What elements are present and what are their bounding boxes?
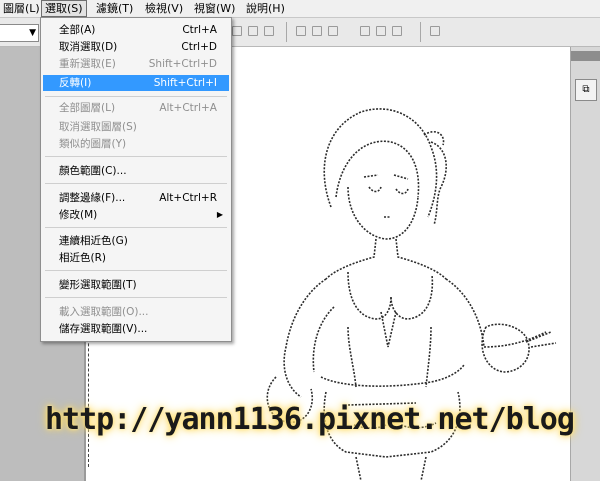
menu-separator (45, 227, 227, 228)
menu-item-similar[interactable]: 相近色(R) (43, 250, 229, 266)
right-panel-dock: ⧉ (570, 47, 600, 481)
menu-separator (45, 183, 227, 184)
menu-item-grow[interactable]: 連續相近色(G) (43, 233, 229, 249)
distribute-right-icon[interactable] (392, 26, 402, 36)
distribute-center-icon[interactable] (312, 26, 322, 36)
align-icons (232, 26, 280, 38)
watermark-url: http://yann1136.pixnet.net/blog (45, 402, 575, 437)
submenu-arrow-icon: ▶ (216, 210, 223, 219)
menu-separator (45, 156, 227, 157)
distribute-left-icon[interactable] (360, 26, 370, 36)
menu-layer[interactable]: 圖層(L) (0, 1, 43, 16)
toolbar-divider (286, 22, 287, 42)
menu-window[interactable]: 視窗(W) (191, 1, 238, 16)
align-middle-icon[interactable] (248, 26, 258, 36)
menu-item-load-selection: 載入選取範圍(O)... (59, 306, 149, 318)
menu-item-save-selection[interactable]: 儲存選取範圍(V)... (43, 321, 229, 337)
distribute-icons (296, 26, 344, 38)
toolbar-divider (420, 22, 421, 42)
menu-item-color-range[interactable]: 顏色範圍(C)... (43, 163, 229, 179)
distribute-horizontal-icons (360, 26, 408, 38)
menu-help[interactable]: 說明(H) (243, 1, 288, 16)
menu-item-reselect: 重新選取(E) Shift+Ctrl+D (59, 58, 217, 70)
mode-select[interactable]: ▼ (0, 24, 39, 42)
distribute-hcenter-icon[interactable] (376, 26, 386, 36)
menu-item-inverse[interactable]: 反轉(I) Shift+Ctrl+I (43, 75, 229, 91)
menu-view[interactable]: 檢視(V) (142, 1, 186, 16)
menu-filter[interactable]: 濾鏡(T) (93, 1, 136, 16)
distribute-bottom-icon[interactable] (328, 26, 338, 36)
auto-align-icons (430, 26, 446, 38)
distribute-top-icon[interactable] (296, 26, 306, 36)
menu-item-deselect-layers: 取消選取圖層(S) (59, 121, 137, 133)
menu-separator (45, 96, 227, 97)
menu-item-transform-selection[interactable]: 變形選取範圍(T) (43, 277, 229, 293)
auto-align-icon[interactable] (430, 26, 440, 36)
menu-separator (45, 297, 227, 298)
menu-item-modify[interactable]: 修改(M) ▶ (43, 207, 229, 223)
menu-item-select-all[interactable]: 全部(A) Ctrl+A (43, 22, 229, 38)
align-top-icon[interactable] (232, 26, 242, 36)
align-bottom-icon[interactable] (264, 26, 274, 36)
panel-header[interactable] (571, 51, 600, 61)
menu-bar: 圖層(L) 選取(S) 濾鏡(T) 檢視(V) 視窗(W) 說明(H) (0, 0, 600, 18)
history-panel-icon[interactable]: ⧉ (575, 79, 597, 101)
menu-separator (45, 270, 227, 271)
menu-item-similar-layers: 類似的圖層(Y) (59, 138, 127, 150)
menu-item-refine-edge[interactable]: 調整邊緣(F)... Alt+Ctrl+R (43, 190, 229, 206)
chevron-down-icon: ▼ (29, 28, 36, 38)
select-menu-dropdown: 全部(A) Ctrl+A 取消選取(D) Ctrl+D 重新選取(E) Shift+C… (40, 17, 232, 342)
menu-item-all-layers: 全部圖層(L) Alt+Ctrl+A (59, 102, 217, 114)
menu-item-deselect[interactable]: 取消選取(D) Ctrl+D (43, 39, 229, 55)
menu-select[interactable]: 選取(S) (41, 0, 87, 17)
